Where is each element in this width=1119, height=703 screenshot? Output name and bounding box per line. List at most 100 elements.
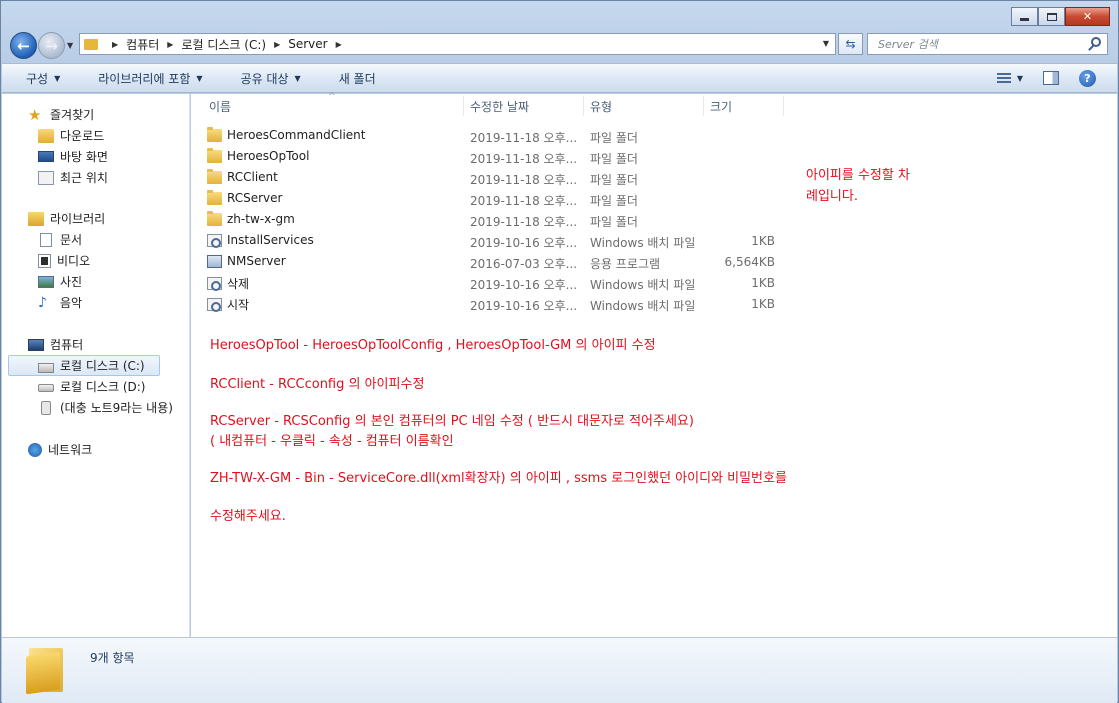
file-date: 2019-10-16 오후... <box>470 236 578 250</box>
breadcrumb-separator-icon[interactable]: ▶ <box>112 40 118 49</box>
file-size: 1KB <box>751 276 775 290</box>
sidebar-item-computer[interactable]: 컴퓨터 <box>2 334 190 355</box>
library-icon <box>28 211 44 226</box>
column-divider[interactable] <box>463 96 464 116</box>
file-row[interactable]: HeroesOpTool 2019-11-18 오후... 파일 폴더 <box>207 146 787 167</box>
column-header-name[interactable]: 이름 <box>209 94 231 119</box>
column-divider[interactable] <box>583 96 584 116</box>
column-header-label: 유형 <box>590 100 613 114</box>
column-header-type[interactable]: 유형 <box>590 94 612 119</box>
annotation-note: 수정해주세요. <box>210 509 286 524</box>
sidebar-item-libraries[interactable]: 라이브러리 <box>2 208 190 229</box>
maximize-button[interactable] <box>1038 7 1065 26</box>
file-row[interactable]: NMServer 2016-07-03 오후... 응용 프로그램 6,564K… <box>207 251 787 272</box>
views-icon[interactable] <box>996 72 1011 84</box>
breadcrumb-local-disk-c[interactable]: 로컬 디스크 (C:) <box>181 36 266 53</box>
file-date: 2019-11-18 오후... <box>470 152 578 166</box>
sidebar-item-favorites[interactable]: ★ 즐겨찾기 <box>2 104 190 125</box>
sidebar-item-pictures[interactable]: 사진 <box>2 271 190 292</box>
network-icon <box>28 442 42 457</box>
file-date: 2019-11-18 오후... <box>470 131 578 145</box>
file-row[interactable]: InstallServices 2019-10-16 오후... Windows… <box>207 230 787 251</box>
file-size: 1KB <box>751 234 775 248</box>
file-type: 응용 프로그램 <box>590 257 661 271</box>
file-type: 파일 폴더 <box>590 215 638 229</box>
folder-icon <box>84 38 98 50</box>
chevron-down-icon: ▼ <box>54 73 61 83</box>
batch-file-icon <box>207 277 222 291</box>
music-note-icon: ♪ <box>38 294 47 311</box>
sidebar-item-local-disk-c[interactable]: 로컬 디스크 (C:) <box>8 355 160 376</box>
file-row[interactable]: HeroesCommandClient 2019-11-18 오후... 파일 … <box>207 125 787 146</box>
file-row[interactable]: RCClient 2019-11-18 오후... 파일 폴더 <box>207 167 787 188</box>
column-divider[interactable] <box>783 96 784 116</box>
breadcrumb-separator-icon[interactable]: ▶ <box>336 40 342 49</box>
breadcrumb-separator-icon[interactable]: ▶ <box>274 40 280 49</box>
file-row[interactable]: 시작 2019-10-16 오후... Windows 배치 파일 1KB <box>207 293 787 314</box>
details-pane: 9개 항목 <box>2 637 1117 703</box>
breadcrumb-server[interactable]: Server <box>288 37 327 51</box>
include-library-label: 라이브러리에 포함 <box>98 71 191 86</box>
column-header-size[interactable]: 크기 <box>710 94 732 119</box>
minimize-button[interactable] <box>1011 7 1038 26</box>
address-history-dropdown[interactable]: ▼ <box>823 39 829 48</box>
column-divider[interactable] <box>703 96 704 116</box>
sidebar-item-label: 최근 위치 <box>60 171 108 185</box>
search-icon[interactable] <box>1091 37 1101 47</box>
recent-pages-dropdown[interactable]: ▼ <box>67 41 73 50</box>
organize-menu[interactable]: 구성 ▼ <box>12 66 74 90</box>
forward-button[interactable]: → <box>38 32 65 59</box>
sidebar-item-videos[interactable]: 비디오 <box>2 250 190 271</box>
new-folder-button[interactable]: 새 폴더 <box>325 66 390 90</box>
sidebar-item-label: 컴퓨터 <box>50 338 84 352</box>
sidebar-item-label: 사진 <box>60 275 83 289</box>
sidebar-item-downloads[interactable]: 다운로드 <box>2 125 190 146</box>
file-row[interactable]: RCServer 2019-11-18 오후... 파일 폴더 <box>207 188 787 209</box>
window-caption-buttons: ✕ <box>1011 7 1110 26</box>
sidebar-item-local-disk-d[interactable]: 로컬 디스크 (D:) <box>2 376 190 397</box>
file-type: Windows 배치 파일 <box>590 236 696 250</box>
file-type: 파일 폴더 <box>590 152 638 166</box>
search-input[interactable]: Server 검색 <box>867 33 1108 55</box>
folder-icon <box>207 189 222 205</box>
help-icon[interactable]: ? <box>1079 69 1096 87</box>
file-row[interactable]: zh-tw-x-gm 2019-11-18 오후... 파일 폴더 <box>207 209 787 230</box>
sidebar-item-label: 바탕 화면 <box>60 150 108 164</box>
sidebar-item-device[interactable]: (대충 노트9라는 내용) <box>2 397 190 418</box>
portable-device-icon <box>41 400 51 415</box>
network-group: 네트워크 <box>2 439 190 460</box>
sidebar-item-recent-places[interactable]: 최근 위치 <box>2 167 190 188</box>
refresh-button[interactable]: ⇆ <box>838 33 863 55</box>
sidebar-item-network[interactable]: 네트워크 <box>2 439 190 460</box>
include-in-library-menu[interactable]: 라이브러리에 포함 ▼ <box>84 66 216 90</box>
sidebar-item-documents[interactable]: 문서 <box>2 229 190 250</box>
file-row[interactable]: 삭제 2019-10-16 오후... Windows 배치 파일 1KB <box>207 272 787 293</box>
column-header-modified[interactable]: 수정한 날짜 <box>470 94 529 119</box>
chevron-down-icon: ▼ <box>196 73 203 83</box>
sidebar-item-label: 음악 <box>60 296 83 310</box>
back-button[interactable]: ← <box>10 32 37 59</box>
sidebar-item-label: 비디오 <box>57 254 91 268</box>
file-list-pane: 이름 ^ 수정한 날짜 유형 크기 HeroesCommandClient 20… <box>191 92 1117 637</box>
file-name: zh-tw-x-gm <box>227 212 295 226</box>
close-button[interactable]: ✕ <box>1065 7 1110 26</box>
sidebar-item-desktop[interactable]: 바탕 화면 <box>2 146 190 167</box>
annotation-note: 아이피를 수정할 차 <box>806 168 910 183</box>
breadcrumb-separator-icon[interactable]: ▶ <box>167 40 173 49</box>
column-header-label: 수정한 날짜 <box>470 100 530 114</box>
windows-drive-icon <box>38 362 54 373</box>
share-with-menu[interactable]: 공유 대상 ▼ <box>227 66 315 90</box>
chevron-down-icon: ▼ <box>294 73 301 83</box>
preview-pane-icon[interactable] <box>1043 71 1059 85</box>
back-arrow-icon: ← <box>17 36 30 55</box>
share-label: 공유 대상 <box>240 71 289 86</box>
sidebar-item-label: 문서 <box>60 233 83 247</box>
annotation-note: RCServer - RCSConfig 의 본인 컴퓨터의 PC 네임 수정 … <box>210 414 694 429</box>
breadcrumb-computer[interactable]: 컴퓨터 <box>126 36 159 53</box>
views-dropdown-icon[interactable]: ▼ <box>1017 74 1023 83</box>
annotation-note: ( 내컴퓨터 - 우클릭 - 속성 - 컴퓨터 이름확인 <box>210 434 454 449</box>
computer-group: 컴퓨터 로컬 디스크 (C:) 로컬 디스크 (D:) (대충 노트9라는 내용… <box>2 334 190 418</box>
annotation-note: HeroesOpTool - HeroesOpToolConfig , Hero… <box>210 338 656 353</box>
address-bar[interactable]: ▶ 컴퓨터 ▶ 로컬 디스크 (C:) ▶ Server ▶ ▼ <box>79 33 836 55</box>
sidebar-item-music[interactable]: ♪ 음악 <box>2 292 190 313</box>
